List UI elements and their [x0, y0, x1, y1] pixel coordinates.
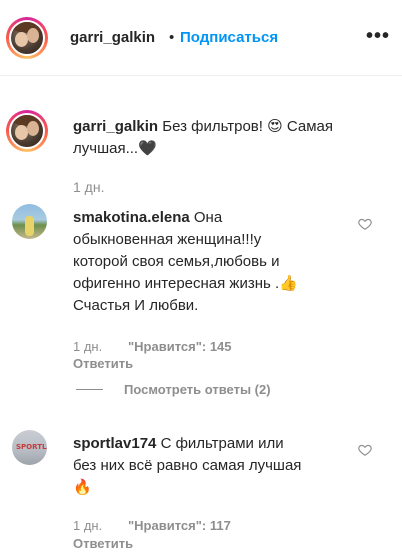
comment-line4: офигенно интересная жизнь .👍 — [73, 275, 298, 292]
view-replies-button[interactable]: Посмотреть ответы (2) — [124, 382, 271, 397]
comment-line2: без них всё равно самая лучшая — [73, 457, 302, 474]
caption-avatar[interactable] — [6, 110, 48, 152]
caption-line1: Без фильтров! 😍 Самая — [162, 118, 334, 135]
comment-likes[interactable]: "Нравится": 117 — [128, 518, 231, 533]
caption-username[interactable]: garri_galkin — [73, 118, 158, 135]
post-header: garri_galkin • Подписаться ••• — [0, 0, 402, 76]
header-username[interactable]: garri_galkin — [70, 29, 155, 46]
comment-text: smakotina.elena Она — [73, 207, 353, 229]
comment-username[interactable]: smakotina.elena — [73, 209, 190, 226]
heart-outline-icon[interactable] — [358, 443, 372, 457]
comment-line5: Счастья И любви. — [73, 297, 199, 314]
caption-line2: лучшая...🖤 — [73, 140, 157, 157]
caption-time: 1 дн. — [73, 179, 105, 195]
reply-button[interactable]: Ответить — [73, 356, 133, 371]
caption-text: garri_galkin Без фильтров! 😍 Самая — [73, 116, 393, 138]
comment-username[interactable]: sportlav174 — [73, 435, 156, 452]
header-avatar[interactable] — [6, 17, 48, 59]
reply-button[interactable]: Ответить — [73, 536, 133, 551]
comment-line1: С фильтрами или — [160, 435, 284, 452]
heart-outline-icon[interactable] — [358, 217, 372, 231]
avatar-logo-text: SPORTLAV — [16, 443, 47, 451]
comment-line2: обыкновенная женщина!!!у — [73, 231, 262, 248]
follow-button[interactable]: Подписаться — [180, 29, 278, 46]
comment-line3: которой своя семья,любовь и — [73, 253, 280, 270]
header-separator: • — [169, 29, 175, 46]
comment-text: sportlav174 С фильтрами или — [73, 433, 353, 455]
more-icon[interactable]: ••• — [366, 25, 390, 48]
comment-likes[interactable]: "Нравится": 145 — [128, 339, 232, 354]
comment-line3: 🔥 — [73, 479, 92, 496]
comment-avatar[interactable] — [12, 204, 47, 239]
divider — [76, 389, 103, 390]
comment-line1: Она — [193, 209, 223, 226]
comment-time: 1 дн. — [73, 518, 103, 533]
comment-time: 1 дн. — [73, 339, 103, 354]
comment-avatar[interactable]: SPORTLAV — [12, 430, 47, 465]
